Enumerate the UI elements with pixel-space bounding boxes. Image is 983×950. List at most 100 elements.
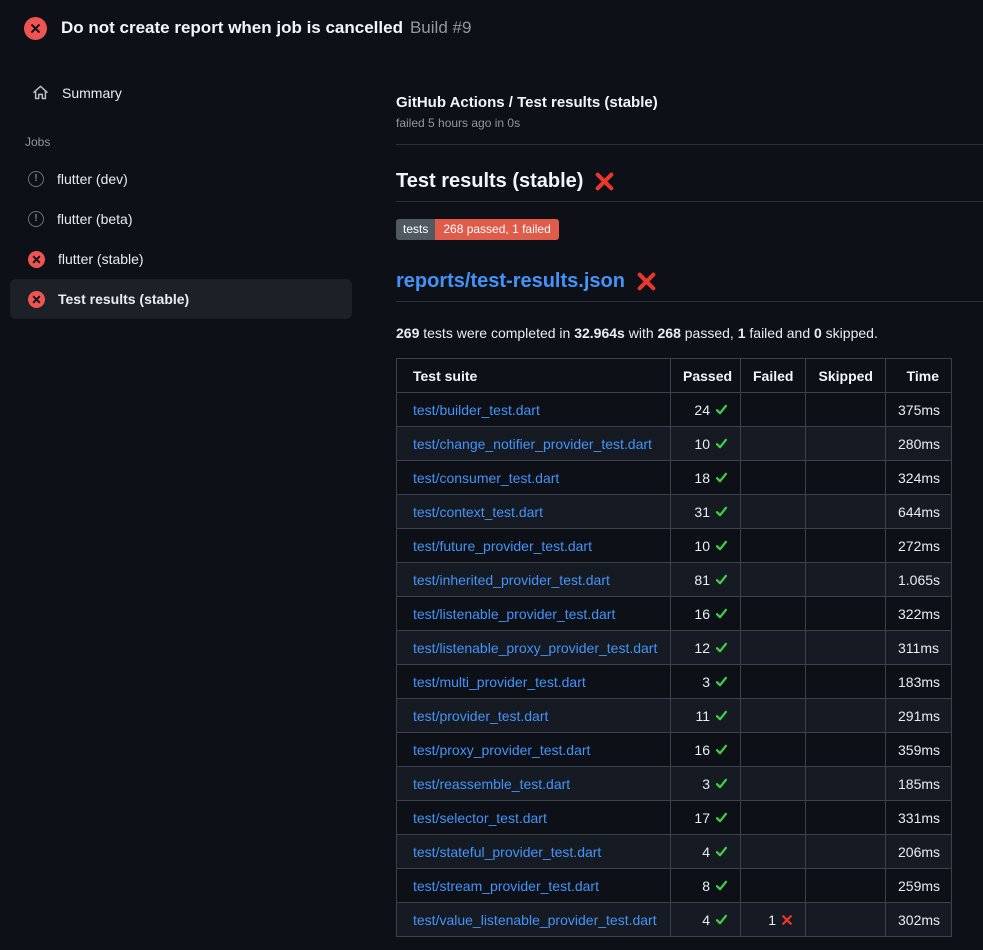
table-header-row: Test suite Passed Failed Skipped Time: [397, 359, 952, 393]
suite-link[interactable]: test/inherited_provider_test.dart: [413, 572, 610, 588]
passed-cell: 16: [671, 597, 741, 631]
passed-cell: 10: [671, 529, 741, 563]
suite-cell: test/stream_provider_test.dart: [397, 869, 671, 903]
page-title: Do not create report when job is cancell…: [61, 18, 471, 38]
suite-link[interactable]: test/change_notifier_provider_test.dart: [413, 436, 652, 452]
failed-cell: [741, 665, 806, 699]
suite-cell: test/consumer_test.dart: [397, 461, 671, 495]
suite-link[interactable]: test/value_listenable_provider_test.dart: [413, 912, 657, 928]
suite-cell: test/listenable_proxy_provider_test.dart: [397, 631, 671, 665]
suite-link[interactable]: test/context_test.dart: [413, 504, 543, 520]
sidebar-job-test-results-stable[interactable]: Test results (stable): [10, 279, 352, 319]
suite-link[interactable]: test/reassemble_test.dart: [413, 776, 570, 792]
summary-segment: with: [625, 325, 658, 341]
suite-link[interactable]: test/proxy_provider_test.dart: [413, 742, 590, 758]
check-run-meta: failed 5 hours ago in 0s: [396, 116, 983, 130]
tests-badge[interactable]: tests268 passed, 1 failed: [396, 219, 559, 240]
failed-cell-count: 1: [768, 912, 776, 928]
sidebar-item-summary[interactable]: Summary: [0, 74, 380, 111]
suite-link[interactable]: test/builder_test.dart: [413, 402, 540, 418]
passed-cell-count: 17: [694, 810, 710, 826]
time-cell: 359ms: [886, 733, 952, 767]
suite-cell: test/stateful_provider_test.dart: [397, 835, 671, 869]
check-mark-icon: [715, 437, 728, 450]
failed-cell: [741, 869, 806, 903]
failure-status-icon: [28, 291, 45, 308]
passed-cell: 31: [671, 495, 741, 529]
passed-cell-count: 24: [694, 402, 710, 418]
suite-link[interactable]: test/listenable_provider_test.dart: [413, 606, 615, 622]
passed-cell: 4: [671, 903, 741, 937]
failed-cell: [741, 597, 806, 631]
job-label: flutter (dev): [57, 171, 128, 187]
jobs-section-label: Jobs: [0, 111, 380, 159]
table-row: test/listenable_provider_test.dart16322m…: [397, 597, 952, 631]
build-header: Do not create report when job is cancell…: [0, 0, 983, 56]
time-cell: 324ms: [886, 461, 952, 495]
report-file-link[interactable]: reports/test-results.json: [396, 270, 625, 293]
passed-cell: 8: [671, 869, 741, 903]
sidebar-job-flutter-dev[interactable]: !flutter (dev): [10, 159, 352, 199]
cross-mark-icon: [32, 295, 41, 304]
suite-cell: test/provider_test.dart: [397, 699, 671, 733]
suite-link[interactable]: test/consumer_test.dart: [413, 470, 559, 486]
passed-cell: 3: [671, 767, 741, 801]
sidebar-job-flutter-beta[interactable]: !flutter (beta): [10, 199, 352, 239]
build-number: Build #9: [410, 18, 471, 37]
summary-segment: tests were completed in: [419, 325, 574, 341]
check-mark-icon: [715, 607, 728, 620]
passed-cell: 4: [671, 835, 741, 869]
time-cell: 183ms: [886, 665, 952, 699]
suite-cell: test/multi_provider_test.dart: [397, 665, 671, 699]
suite-cell: test/inherited_provider_test.dart: [397, 563, 671, 597]
table-row: test/inherited_provider_test.dart811.065…: [397, 563, 952, 597]
skipped-cell: [806, 665, 886, 699]
skipped-cell: [806, 869, 886, 903]
main-content: GitHub Actions / Test results (stable) f…: [380, 56, 983, 937]
sidebar-job-flutter-stable[interactable]: flutter (stable): [10, 239, 352, 279]
skipped-cell: [806, 495, 886, 529]
suite-link[interactable]: test/stream_provider_test.dart: [413, 878, 599, 894]
failed-cell: [741, 699, 806, 733]
check-mark-icon: [715, 879, 728, 892]
check-run-name: GitHub Actions / Test results (stable): [396, 94, 983, 111]
summary-segment: failed and: [746, 325, 815, 341]
passed-cell-count: 11: [695, 708, 710, 724]
suite-link[interactable]: test/selector_test.dart: [413, 810, 547, 826]
suite-link[interactable]: test/listenable_proxy_provider_test.dart: [413, 640, 657, 656]
skipped-cell: [806, 529, 886, 563]
time-cell: 272ms: [886, 529, 952, 563]
suite-link[interactable]: test/future_provider_test.dart: [413, 538, 592, 554]
passed-cell: 17: [671, 801, 741, 835]
passed-cell: 11: [671, 699, 741, 733]
suite-cell: test/future_provider_test.dart: [397, 529, 671, 563]
summary-segment: 269: [396, 325, 419, 341]
failure-status-icon: [28, 251, 45, 268]
passed-cell-count: 81: [694, 572, 710, 588]
sidebar-summary-label: Summary: [62, 85, 122, 101]
skipped-cell: [806, 767, 886, 801]
suite-cell: test/selector_test.dart: [397, 801, 671, 835]
passed-cell-count: 10: [694, 538, 710, 554]
skipped-cell: [806, 461, 886, 495]
failed-cell: [741, 393, 806, 427]
suite-cell: test/builder_test.dart: [397, 393, 671, 427]
suite-link[interactable]: test/multi_provider_test.dart: [413, 674, 586, 690]
suite-cell: test/listenable_provider_test.dart: [397, 597, 671, 631]
skipped-cell: [806, 733, 886, 767]
passed-cell: 18: [671, 461, 741, 495]
skipped-cell: [806, 903, 886, 937]
summary-segment: skipped.: [822, 325, 878, 341]
suite-link[interactable]: test/stateful_provider_test.dart: [413, 844, 601, 860]
result-section-heading: Test results (stable): [396, 170, 983, 202]
suite-cell: test/context_test.dart: [397, 495, 671, 529]
check-mark-icon: [715, 743, 728, 756]
check-mark-icon: [715, 675, 728, 688]
home-icon: [32, 84, 49, 101]
time-cell: 280ms: [886, 427, 952, 461]
table-row: test/selector_test.dart17331ms: [397, 801, 952, 835]
check-mark-icon: [715, 777, 728, 790]
failed-cell: [741, 495, 806, 529]
suite-link[interactable]: test/provider_test.dart: [413, 708, 548, 724]
cross-mark-icon: [594, 171, 615, 192]
